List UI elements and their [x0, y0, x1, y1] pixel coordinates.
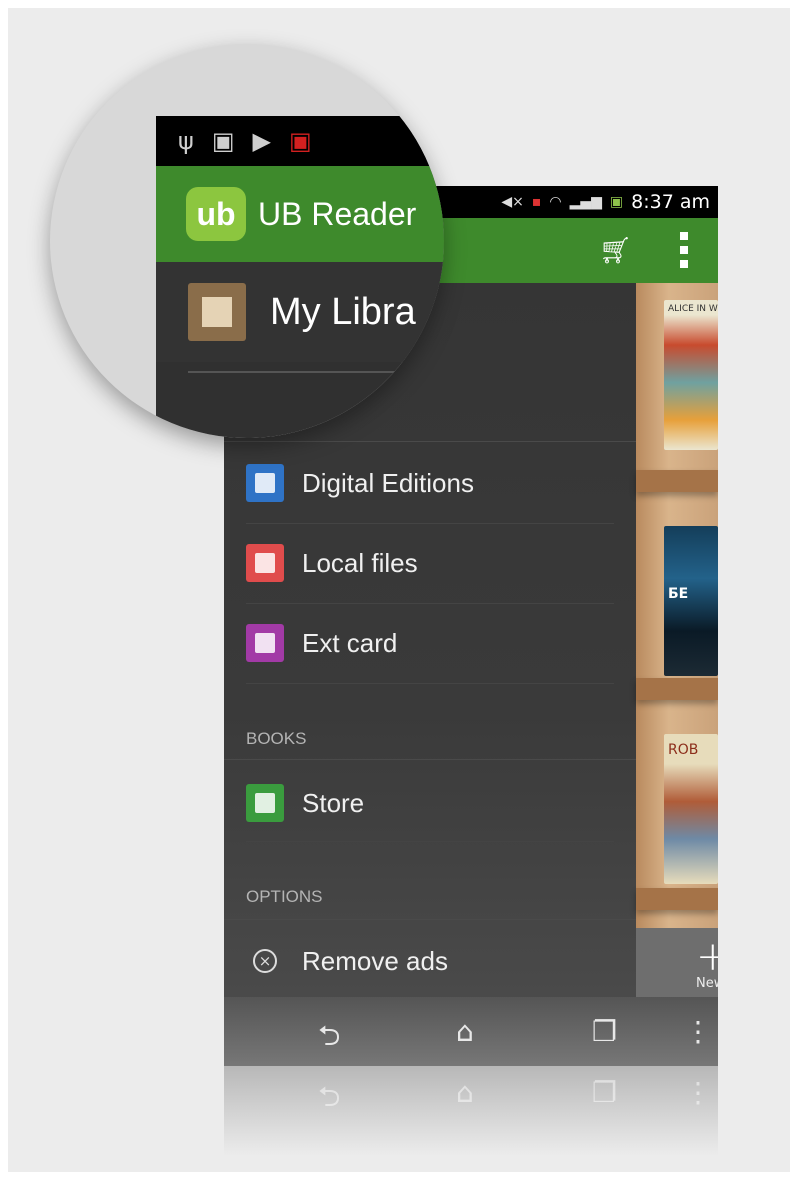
drawer-item-digital-editions[interactable]: Digital Editions [246, 443, 474, 523]
book-title: БЕ [668, 586, 689, 602]
drawer-item-ext-card[interactable]: Ext card [246, 603, 397, 683]
cart-icon[interactable]: 🛒︎ [599, 236, 632, 266]
app-title: UB Reader [258, 195, 417, 232]
recents-icon: ❐ [592, 1076, 618, 1109]
screen-reflection: ⮌ ⌂ ❐ ⋮ [224, 1066, 718, 1156]
my-library-row[interactable]: My Libra [156, 262, 444, 362]
drawer-item-label: Digital Editions [302, 467, 474, 498]
drawer-item-label: Store [302, 787, 365, 818]
android-icon: ▣ [211, 127, 235, 155]
section-header-options: OPTIONS [246, 887, 323, 906]
book-cover[interactable]: БЕ [664, 526, 718, 676]
bag-icon: ▶ [252, 127, 271, 155]
back-icon[interactable]: ⮌ [318, 1015, 340, 1063]
divider [188, 371, 444, 373]
magnified-app-bar: ub UB Reader [156, 166, 444, 262]
section-header-books: BOOKS [246, 729, 307, 748]
drawer-item-local-files[interactable]: Local files [246, 523, 418, 603]
shelf-plank [636, 470, 718, 492]
ub-logo-icon[interactable]: ub [186, 187, 246, 241]
status-time: 8:37 am [631, 191, 710, 213]
overflow-icon: ⋮ [684, 1076, 712, 1109]
divider [224, 919, 636, 920]
divider [224, 759, 636, 760]
magnifier-lens: ψ ▣ ▶ ▣ ub UB Reader My Libra [50, 44, 444, 438]
magnified-status-bar: ψ ▣ ▶ ▣ [156, 116, 444, 166]
digital-editions-icon [246, 464, 284, 502]
home-icon[interactable]: ⌂ [456, 1015, 474, 1048]
book-title: ROB [668, 742, 699, 758]
book-title: ALICE IN W [668, 304, 718, 314]
home-icon: ⌂ [456, 1076, 474, 1109]
overflow-menu-icon[interactable] [680, 232, 688, 268]
new-button-label: New [696, 976, 718, 991]
drawer-item-remove-ads[interactable]: × Remove ads [246, 921, 448, 1001]
wifi-icon: ◠ [549, 194, 562, 210]
new-button[interactable]: + New [636, 928, 718, 998]
shelf-plank [636, 678, 718, 700]
drawer-item-store[interactable]: Store [246, 763, 364, 843]
book-cover[interactable]: ROB [664, 734, 718, 884]
local-files-icon [246, 544, 284, 582]
plus-icon: + [696, 934, 718, 980]
divider [246, 841, 614, 842]
drawer-item-label: Remove ads [302, 945, 448, 976]
recents-icon[interactable]: ❐ [592, 1015, 617, 1048]
divider [246, 683, 614, 684]
magnified-screen: ψ ▣ ▶ ▣ ub UB Reader My Libra [156, 116, 444, 438]
store-icon [246, 784, 284, 822]
signal-icon: ▂▄▆ [569, 194, 602, 210]
sim-icon: ▪ [531, 194, 542, 210]
mute-icon: ◀× [501, 194, 524, 210]
android-red-icon: ▣ [289, 127, 312, 155]
shelf-plank [636, 888, 718, 910]
battery-icon: ▣ [609, 194, 624, 210]
back-icon: ⮌ [318, 1080, 341, 1113]
navigation-bar: ⮌ ⌂ ❐ ⋮ [224, 997, 718, 1066]
drawer-item-label: Local files [302, 547, 418, 578]
divider [224, 441, 636, 442]
close-circle-icon: × [246, 942, 284, 980]
overflow-icon[interactable]: ⋮ [684, 1015, 712, 1048]
drawer-item-label: Ext card [302, 627, 398, 658]
library-icon [188, 283, 246, 341]
usb-icon: ψ [178, 127, 194, 155]
ext-card-icon [246, 624, 284, 662]
book-cover[interactable]: ALICE IN W [664, 300, 718, 450]
library-title: My Libra [270, 290, 416, 333]
